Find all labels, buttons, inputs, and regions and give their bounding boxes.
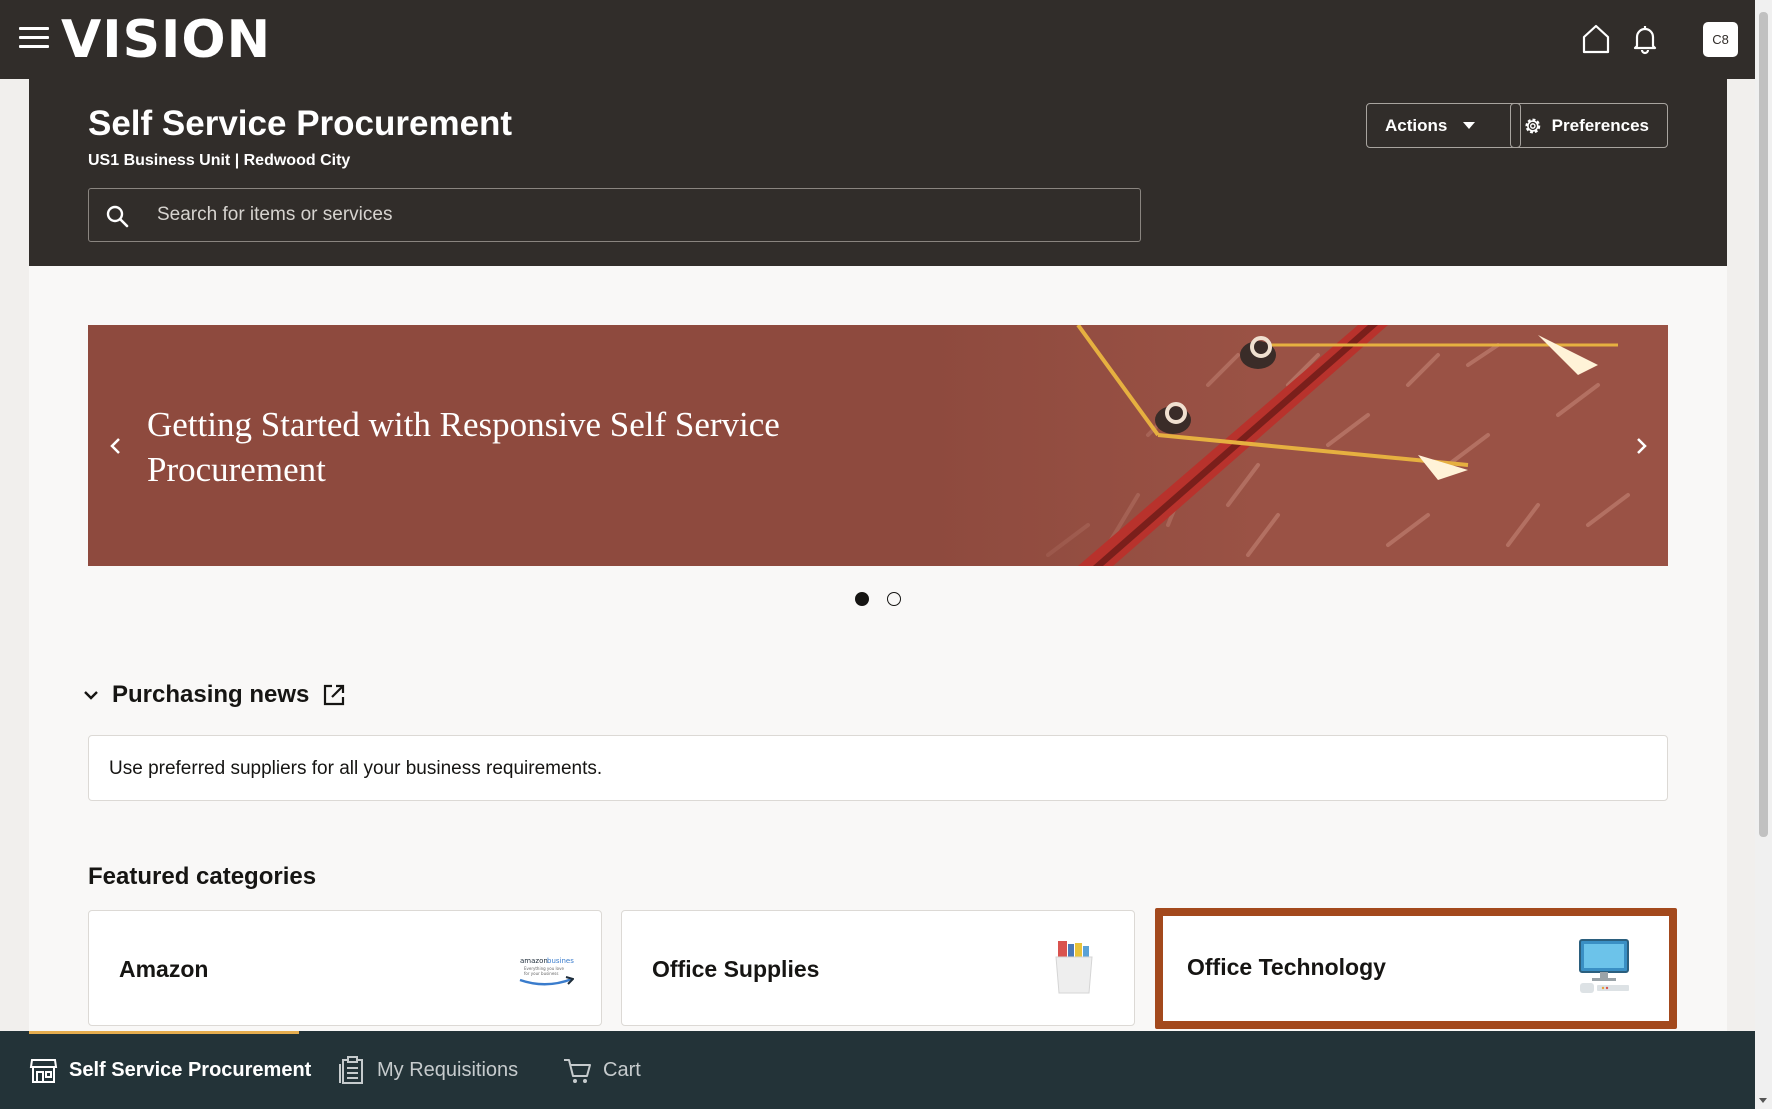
svg-text:amazon: amazon — [520, 957, 548, 965]
search-box[interactable] — [88, 188, 1141, 242]
scrollbar-thumb[interactable] — [1759, 12, 1768, 837]
vertical-scrollbar[interactable] — [1755, 0, 1772, 1109]
page-header: Self Service Procurement US1 Business Un… — [29, 79, 1727, 266]
banner-title[interactable]: Getting Started with Responsive Self Ser… — [147, 402, 887, 492]
promo-banner[interactable]: Getting Started with Responsive Self Ser… — [88, 325, 1668, 566]
caret-down-icon — [1463, 122, 1476, 129]
carousel-indicators — [855, 592, 901, 606]
rowing-boat-illustration — [928, 325, 1668, 566]
home-icon[interactable] — [1579, 22, 1613, 56]
nav-label: Self Service Procurement — [69, 1058, 312, 1081]
purchasing-news-title: Purchasing news — [112, 681, 310, 708]
notifications-bell-icon[interactable] — [1628, 22, 1662, 56]
preferences-label: Preferences — [1551, 115, 1649, 135]
svg-text:for your business: for your business — [524, 971, 558, 976]
category-card-office-technology[interactable]: Office Technology — [1155, 908, 1677, 1029]
chevron-right-icon[interactable] — [1627, 431, 1655, 461]
bottom-navigation: Self Service Procurement My Requisitions… — [0, 1031, 1755, 1109]
pen-cup-icon — [1055, 941, 1093, 994]
carousel-dot-2[interactable] — [887, 592, 901, 606]
news-message: Use preferred suppliers for all your bus… — [88, 735, 1668, 801]
carousel-dot-1[interactable] — [855, 592, 869, 606]
nav-label: Cart — [603, 1058, 641, 1081]
vision-logo[interactable]: VISION — [61, 12, 271, 68]
nav-label: My Requisitions — [377, 1058, 519, 1081]
chevron-left-icon[interactable] — [102, 431, 130, 461]
scroll-down-arrow-icon[interactable] — [1759, 1098, 1767, 1103]
category-label: Amazon — [119, 956, 209, 982]
external-link-icon[interactable] — [321, 682, 347, 708]
search-input[interactable] — [157, 189, 1117, 241]
search-icon — [106, 205, 129, 228]
nav-cart[interactable]: Cart — [563, 1031, 641, 1109]
actions-button[interactable]: Actions — [1366, 103, 1521, 148]
amazon-logo: amazon business Everything you love for … — [519, 957, 574, 986]
category-card-office-supplies[interactable]: Office Supplies — [621, 910, 1135, 1026]
business-unit-subtitle: US1 Business Unit | Redwood City — [88, 152, 351, 169]
nav-my-requisitions[interactable]: My Requisitions — [339, 1031, 518, 1109]
main-content: Getting Started with Responsive Self Ser… — [29, 266, 1727, 1031]
preferences-button[interactable]: Preferences — [1510, 103, 1668, 148]
gear-icon — [1525, 118, 1541, 133]
chevron-down-icon[interactable] — [81, 685, 101, 705]
store-icon — [29, 1058, 58, 1083]
computer-icon — [1579, 939, 1629, 993]
page-title: Self Service Procurement — [88, 104, 513, 143]
category-label: Office Technology — [1187, 954, 1386, 980]
purchasing-news-header[interactable]: Purchasing news — [81, 681, 347, 709]
nav-self-service-procurement[interactable]: Self Service Procurement — [29, 1031, 311, 1109]
user-avatar[interactable]: C8 — [1703, 22, 1738, 57]
category-card-amazon[interactable]: Amazon amazon business Everything you lo… — [88, 910, 602, 1026]
hamburger-menu-icon[interactable] — [19, 27, 49, 49]
category-label: Office Supplies — [652, 956, 820, 982]
requisitions-icon — [339, 1055, 363, 1084]
cart-icon — [564, 1058, 591, 1083]
top-bar: VISION C8 — [0, 0, 1755, 79]
featured-categories-title: Featured categories — [88, 863, 317, 890]
actions-label: Actions — [1385, 115, 1448, 135]
svg-text:business: business — [547, 957, 574, 965]
